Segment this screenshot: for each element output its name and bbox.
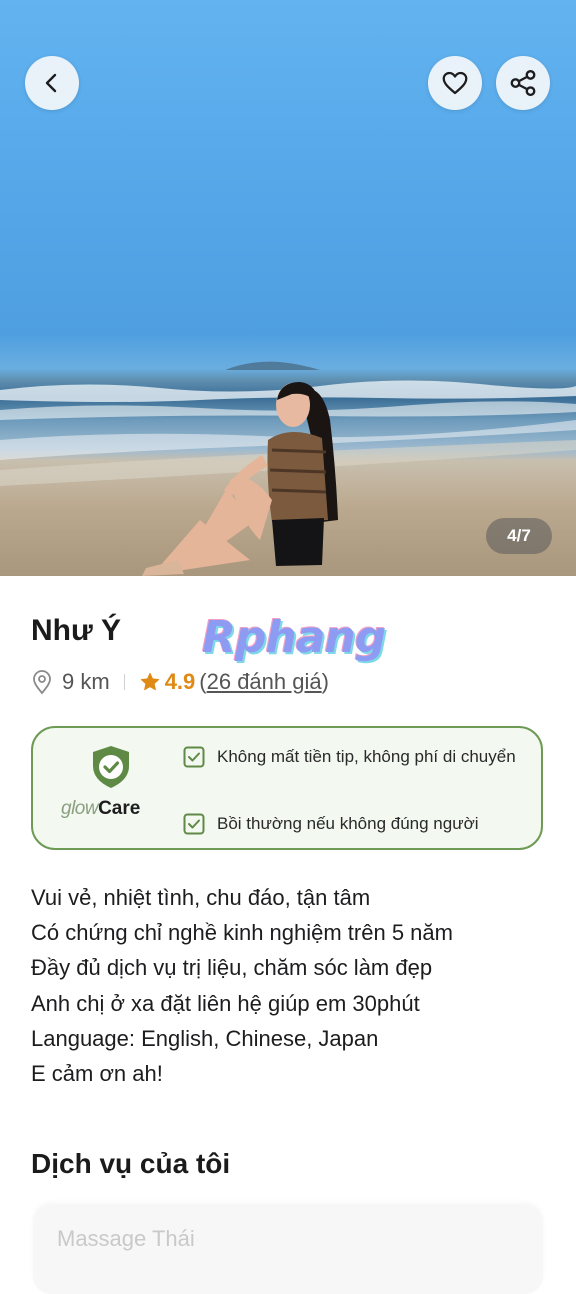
star-icon: [140, 672, 159, 691]
share-button[interactable]: [496, 56, 550, 110]
glow-care-guarantee: glowCare Không mất tiền tip, không phí d…: [31, 726, 543, 850]
reviews-count[interactable]: (26 đánh giá): [199, 669, 329, 695]
service-card[interactable]: Massage Thái: [33, 1204, 543, 1294]
bio-line: Language: English, Chinese, Japan: [31, 1025, 379, 1051]
bio-line: Anh chị ở xa đặt liên hệ giúp em 30phút: [31, 990, 420, 1016]
favorite-button[interactable]: [428, 56, 482, 110]
share-icon: [510, 69, 536, 97]
heart-icon: [442, 71, 468, 95]
care-item-compensation: Bồi thường nếu không đúng người: [183, 813, 479, 835]
reviews-link[interactable]: 26 đánh giá: [207, 669, 322, 694]
back-arrow-icon: [45, 73, 57, 93]
profile-meta: 9 km 4.9 (26 đánh giá): [30, 664, 329, 700]
beach-photo: [0, 361, 576, 576]
checkbox-icon: [183, 746, 205, 768]
profile-name: Như Ý: [31, 614, 122, 647]
care-item-no-tip: Không mất tiền tip, không phí di chuyển: [183, 746, 516, 768]
profile-photo[interactable]: 4/7: [0, 0, 576, 576]
meta-divider: [123, 674, 125, 690]
service-name: Massage Thái: [57, 1226, 195, 1251]
location-pin-icon: [33, 670, 51, 695]
photo-counter: 4/7: [486, 518, 552, 554]
rating-value: 4.9: [164, 669, 196, 694]
bio-line: Vui vẻ, nhiệt tình, chu đáo, tận tâm: [31, 885, 371, 910]
watermark-logo: Rphang: [202, 612, 386, 663]
checkbox-icon: [183, 813, 205, 835]
services-title: Dịch vụ của tôi: [31, 1148, 231, 1179]
distance: 9 km: [62, 669, 110, 694]
glow-care-logo: glowCare: [61, 798, 141, 819]
shield-check-icon: [93, 746, 129, 788]
back-button[interactable]: [25, 56, 79, 110]
bio-line: E cảm ơn ah!: [31, 1061, 163, 1087]
bio-line: Có chứng chỉ nghề kinh nghiệm trên 5 năm: [31, 920, 453, 946]
profile-bio: Vui vẻ, nhiệt tình, chu đáo, tận tâm Có …: [31, 880, 453, 1091]
bio-line: Đầy đủ dịch vụ trị liệu, chăm sóc làm đẹ…: [31, 955, 433, 981]
